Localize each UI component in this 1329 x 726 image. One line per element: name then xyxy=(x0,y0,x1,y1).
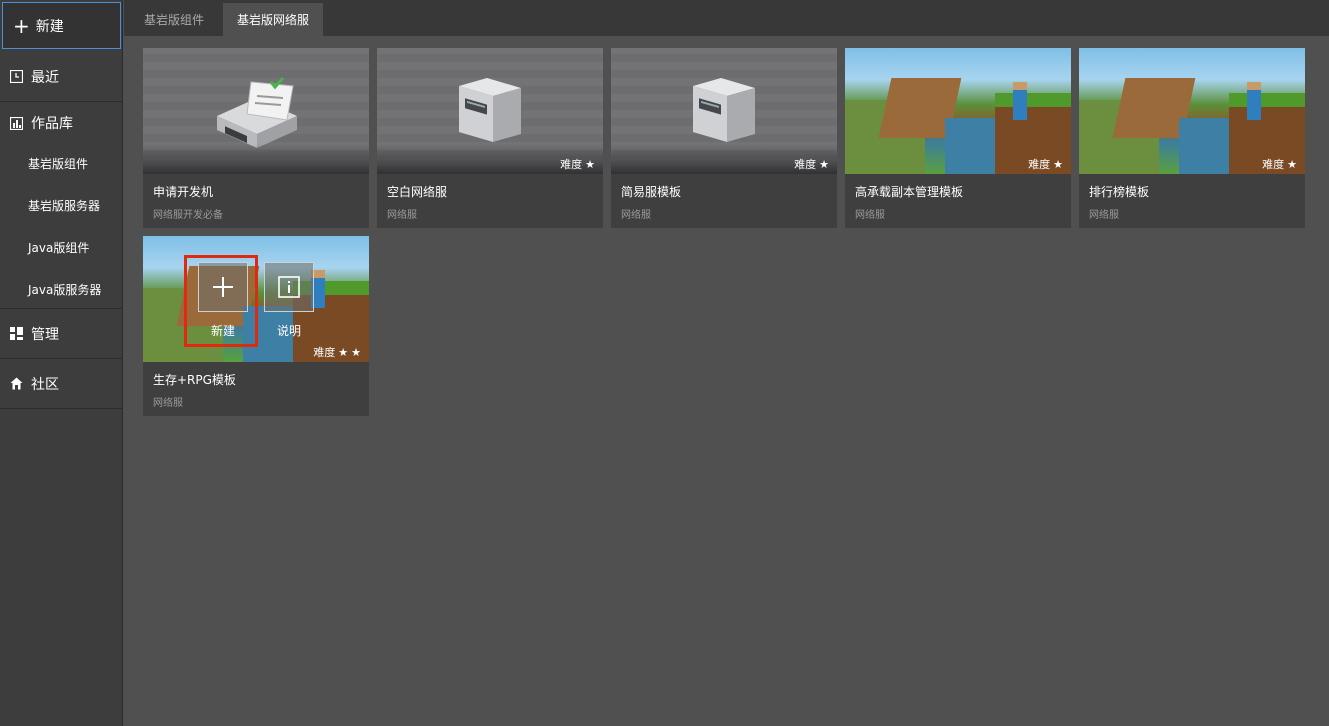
card-title: 空白网络服 xyxy=(387,185,448,199)
sidebar-item-label: 管理 xyxy=(31,326,59,343)
template-card-high-load-dungeon[interactable]: 难度 ★ 高承载副本管理模板 网络服 xyxy=(845,48,1071,228)
sidebar-item-recent[interactable]: 最近 xyxy=(0,52,122,102)
star-icon: ★ xyxy=(1287,157,1297,171)
difficulty-label: 难度 xyxy=(560,158,583,171)
server-icon xyxy=(693,78,755,142)
template-info-button[interactable] xyxy=(264,262,314,312)
difficulty-label: 难度 xyxy=(1262,158,1285,171)
difficulty-indicator: 难度 ★ xyxy=(560,156,595,172)
difficulty-indicator: 难度 ★ xyxy=(1028,156,1063,172)
difficulty-indicator: 难度 ★ xyxy=(1262,156,1297,172)
sidebar-subitem-java-components[interactable]: Java版组件 xyxy=(0,226,122,268)
plus-icon: + xyxy=(13,13,30,38)
sidebar: + 新建 最近 作品库 基岩版组件 基岩版服务器 Java版组件 Java版服务… xyxy=(0,0,123,726)
sidebar-item-community[interactable]: 社区 xyxy=(0,359,122,409)
home-icon xyxy=(10,377,23,390)
card-subtitle: 网络服 xyxy=(1089,210,1119,221)
server-icon xyxy=(459,78,521,142)
card-subtitle: 网络服 xyxy=(621,210,651,221)
dev-machine-icon xyxy=(217,77,297,148)
template-card-blank-server[interactable]: 难度 ★ 空白网络服 网络服 xyxy=(377,48,603,228)
card-title: 简易服模板 xyxy=(621,185,682,199)
sidebar-item-label: 作品库 xyxy=(31,116,73,132)
sidebar-subitem-label: Java版服务器 xyxy=(28,282,102,297)
sidebar-subitem-java-servers[interactable]: Java版服务器 xyxy=(0,268,122,310)
tab-bedrock-components[interactable]: 基岩版组件 xyxy=(130,3,218,36)
sidebar-subitem-label: Java版组件 xyxy=(28,240,90,255)
new-button-label: 新建 xyxy=(35,18,64,35)
sidebar-item-manage[interactable]: 管理 xyxy=(0,309,122,359)
tab-label: 基岩版组件 xyxy=(144,13,205,27)
dashboard-icon xyxy=(10,327,23,340)
card-thumbnail xyxy=(143,48,369,174)
card-title: 高承载副本管理模板 xyxy=(855,185,964,199)
template-card-simple-server[interactable]: 难度 ★ 简易服模板 网络服 xyxy=(611,48,837,228)
info-label: 说明 xyxy=(276,324,301,338)
sidebar-subitem-bedrock-components[interactable]: 基岩版组件 xyxy=(0,142,122,184)
template-card-survival-rpg[interactable]: 新建 说明 难度 ★ ★ 生存+RPG模板 网络服 xyxy=(143,236,369,416)
highlight-box xyxy=(184,255,258,347)
grass-shape xyxy=(1229,93,1305,107)
app-root: + 新建 最近 作品库 基岩版组件 基岩版服务器 Java版组件 Java版服务… xyxy=(0,0,1329,726)
sidebar-subitem-label: 基岩版组件 xyxy=(28,156,89,171)
star-icon: ★ xyxy=(819,157,829,171)
tab-label: 基岩版网络服 xyxy=(237,13,310,27)
sidebar-subitem-bedrock-servers[interactable]: 基岩版服务器 xyxy=(0,184,122,226)
card-title: 排行榜模板 xyxy=(1089,185,1150,199)
difficulty-indicator: 难度 ★ ★ xyxy=(313,344,361,360)
sidebar-subitem-label: 基岩版服务器 xyxy=(28,198,101,213)
character-body xyxy=(1013,90,1027,120)
card-subtitle: 网络服 xyxy=(855,210,885,221)
card-subtitle: 网络服开发必备 xyxy=(153,210,223,221)
sidebar-item-label: 最近 xyxy=(31,69,59,86)
star-icon: ★ xyxy=(585,157,595,171)
library-icon xyxy=(10,116,23,130)
card-subtitle: 网络服 xyxy=(387,210,417,221)
grass-shape xyxy=(995,93,1071,107)
tab-bedrock-network-server[interactable]: 基岩版网络服 xyxy=(223,3,324,36)
new-button[interactable]: + 新建 xyxy=(2,2,121,49)
card-title: 生存+RPG模板 xyxy=(153,373,236,387)
template-card-dev-machine[interactable]: 申请开发机 网络服开发必备 xyxy=(143,48,369,228)
tab-bar: 基岩版组件 基岩版网络服 xyxy=(124,0,1329,36)
star-icon: ★ xyxy=(351,345,361,359)
info-icon xyxy=(278,276,300,298)
difficulty-label: 难度 xyxy=(313,346,336,359)
difficulty-indicator: 难度 ★ xyxy=(794,156,829,172)
difficulty-label: 难度 xyxy=(794,158,817,171)
card-subtitle: 网络服 xyxy=(153,398,183,409)
card-title: 申请开发机 xyxy=(153,185,214,199)
star-icon: ★ xyxy=(338,345,349,359)
difficulty-label: 难度 xyxy=(1028,158,1051,171)
template-card-leaderboard[interactable]: 难度 ★ 排行榜模板 网络服 xyxy=(1079,48,1305,228)
character-body xyxy=(1247,90,1261,120)
sidebar-item-library[interactable]: 作品库 xyxy=(0,101,122,145)
clock-icon xyxy=(10,70,23,83)
sidebar-item-label: 社区 xyxy=(31,376,59,393)
star-icon: ★ xyxy=(1053,157,1063,171)
